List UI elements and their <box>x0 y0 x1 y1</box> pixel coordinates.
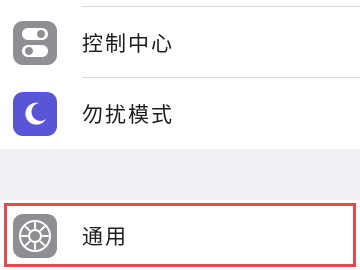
settings-screen: 控制中心 勿扰模式 通用 <box>0 0 360 270</box>
settings-row-label: 通用 <box>82 224 128 249</box>
settings-row-control-center[interactable]: 控制中心 <box>0 7 360 78</box>
settings-row-label: 控制中心 <box>82 31 174 56</box>
moon-icon <box>25 102 46 125</box>
control-center-icon-tile <box>13 20 57 65</box>
settings-group-2: 通用 <box>0 200 360 270</box>
gear-icon <box>19 219 51 252</box>
settings-row-label: 勿扰模式 <box>82 102 174 127</box>
previous-row-edge <box>0 0 360 7</box>
gear-icon-tile <box>13 213 57 258</box>
settings-group-1: 控制中心 勿扰模式 <box>0 7 360 149</box>
control-center-icon <box>22 27 48 57</box>
moon-icon-tile <box>13 91 57 136</box>
settings-row-general[interactable]: 通用 <box>0 200 360 270</box>
settings-row-do-not-disturb[interactable]: 勿扰模式 <box>0 78 360 149</box>
